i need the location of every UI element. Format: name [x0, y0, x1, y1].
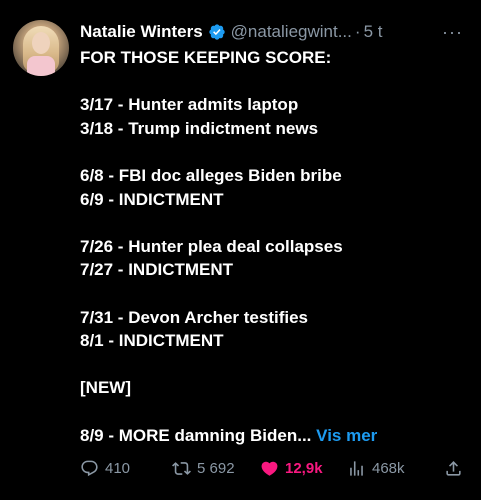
- views-icon: [350, 460, 363, 476]
- avatar-face: [32, 32, 50, 54]
- tweet-line-gap: [80, 400, 471, 424]
- retweet-count: 5 692: [197, 459, 235, 477]
- reply-icon: [81, 460, 98, 476]
- tweet-body: FOR THOSE KEEPING SCORE: 3/17 - Hunter a…: [80, 46, 471, 447]
- tweet-line: 3/17 - Hunter admits laptop: [80, 95, 299, 115]
- tweet-line: 8/1 - INDICTMENT: [80, 331, 224, 351]
- author-name[interactable]: Natalie Winters: [80, 22, 203, 42]
- author-handle[interactable]: @nataliegwint...: [231, 22, 352, 42]
- tweet-line: [NEW]: [80, 378, 131, 398]
- avatar[interactable]: [13, 20, 69, 76]
- tweet-line: 6/9 - INDICTMENT: [80, 189, 224, 209]
- avatar-dress: [27, 56, 55, 76]
- more-options-icon[interactable]: ···: [442, 22, 463, 43]
- tweet-line-gap: [80, 353, 471, 377]
- show-more-link[interactable]: Vis mer: [316, 426, 377, 445]
- tweet-line: 7/31 - Devon Archer testifies: [80, 307, 309, 327]
- like-button[interactable]: 12,9k: [260, 457, 323, 479]
- tweet-line-text: 8/9 - MORE damning Biden...: [80, 425, 312, 445]
- heart-icon: [261, 461, 278, 476]
- tweet-line: 6/8 - FBI doc alleges Biden bribe: [80, 165, 342, 185]
- tweet-time[interactable]: 5 t: [364, 22, 383, 42]
- tweet-line-gap: [80, 70, 471, 94]
- share-icon: [446, 460, 461, 476]
- header-separator: ·: [354, 22, 361, 41]
- tweet-line-gap: [80, 140, 471, 164]
- action-bar: 410 5 692 12,9k 468k: [80, 457, 471, 479]
- reply-button[interactable]: 410: [80, 457, 130, 479]
- like-count: 12,9k: [285, 459, 323, 477]
- tweet: Natalie Winters @nataliegwint... · 5 t ·…: [0, 0, 481, 500]
- tweet-header: Natalie Winters @nataliegwint... · 5 t: [80, 21, 467, 43]
- views-button[interactable]: 468k: [347, 457, 405, 479]
- tweet-line: 3/18 - Trump indictment news: [80, 118, 319, 138]
- views-count: 468k: [372, 459, 405, 477]
- tweet-line-gap: [80, 211, 471, 235]
- reply-count: 410: [105, 459, 131, 477]
- tweet-line: FOR THOSE KEEPING SCORE:: [80, 48, 332, 67]
- tweet-line-gap: [80, 282, 471, 306]
- retweet-icon: [172, 461, 191, 475]
- tweet-line: 7/26 - Hunter plea deal collapses: [80, 236, 343, 256]
- share-button[interactable]: [444, 457, 469, 479]
- tweet-line: 7/27 - INDICTMENT: [80, 260, 234, 280]
- tweet-last-line: 8/9 - MORE damning Biden... Vis mer: [80, 424, 471, 448]
- verified-badge-icon: [208, 23, 226, 41]
- retweet-button[interactable]: 5 692: [172, 457, 235, 479]
